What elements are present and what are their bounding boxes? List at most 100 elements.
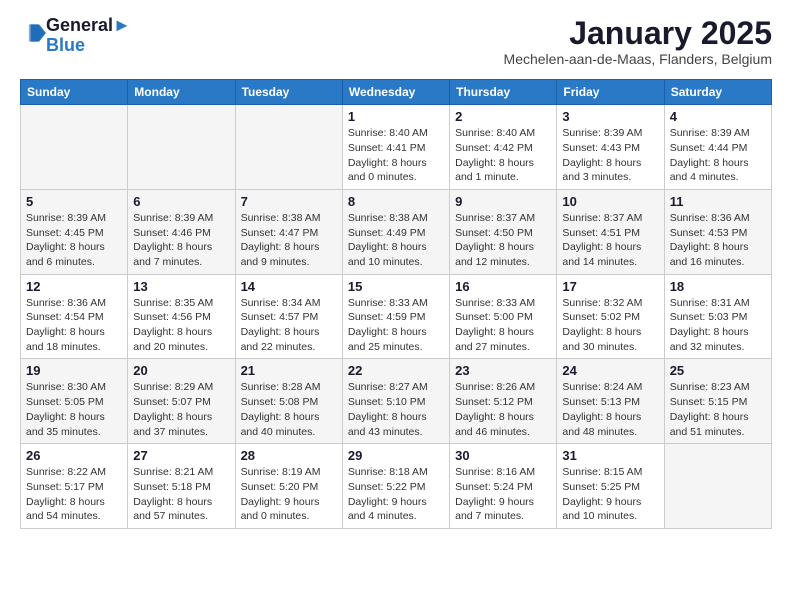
col-header-tuesday: Tuesday <box>235 80 342 105</box>
day-info: Sunrise: 8:37 AM Sunset: 4:50 PM Dayligh… <box>455 211 551 270</box>
day-info: Sunrise: 8:35 AM Sunset: 4:56 PM Dayligh… <box>133 296 229 355</box>
day-info: Sunrise: 8:29 AM Sunset: 5:07 PM Dayligh… <box>133 380 229 439</box>
day-info: Sunrise: 8:38 AM Sunset: 4:49 PM Dayligh… <box>348 211 444 270</box>
week-row-1: 1 Sunrise: 8:40 AM Sunset: 4:41 PM Daylig… <box>21 105 772 190</box>
day-info: Sunrise: 8:21 AM Sunset: 5:18 PM Dayligh… <box>133 465 229 524</box>
col-header-friday: Friday <box>557 80 664 105</box>
day-info: Sunrise: 8:16 AM Sunset: 5:24 PM Dayligh… <box>455 465 551 524</box>
calendar-cell: 20 Sunrise: 8:29 AM Sunset: 5:07 PM Dayli… <box>128 359 235 444</box>
page: General► Blue January 2025 Mechelen-aan-… <box>0 0 792 545</box>
day-number: 13 <box>133 279 229 294</box>
day-number: 17 <box>562 279 658 294</box>
calendar-cell: 19 Sunrise: 8:30 AM Sunset: 5:05 PM Dayli… <box>21 359 128 444</box>
day-number: 14 <box>241 279 337 294</box>
day-info: Sunrise: 8:19 AM Sunset: 5:20 PM Dayligh… <box>241 465 337 524</box>
day-info: Sunrise: 8:26 AM Sunset: 5:12 PM Dayligh… <box>455 380 551 439</box>
day-info: Sunrise: 8:23 AM Sunset: 5:15 PM Dayligh… <box>670 380 766 439</box>
calendar-cell: 12 Sunrise: 8:36 AM Sunset: 4:54 PM Dayli… <box>21 274 128 359</box>
day-number: 2 <box>455 109 551 124</box>
day-info: Sunrise: 8:28 AM Sunset: 5:08 PM Dayligh… <box>241 380 337 439</box>
calendar-cell: 16 Sunrise: 8:33 AM Sunset: 5:00 PM Dayli… <box>450 274 557 359</box>
column-header-row: SundayMondayTuesdayWednesdayThursdayFrid… <box>21 80 772 105</box>
day-number: 8 <box>348 194 444 209</box>
day-info: Sunrise: 8:39 AM Sunset: 4:44 PM Dayligh… <box>670 126 766 185</box>
calendar-cell: 1 Sunrise: 8:40 AM Sunset: 4:41 PM Daylig… <box>342 105 449 190</box>
day-info: Sunrise: 8:37 AM Sunset: 4:51 PM Dayligh… <box>562 211 658 270</box>
col-header-saturday: Saturday <box>664 80 771 105</box>
calendar-cell: 11 Sunrise: 8:36 AM Sunset: 4:53 PM Dayli… <box>664 189 771 274</box>
day-info: Sunrise: 8:38 AM Sunset: 4:47 PM Dayligh… <box>241 211 337 270</box>
calendar-cell <box>128 105 235 190</box>
day-number: 20 <box>133 363 229 378</box>
day-number: 19 <box>26 363 122 378</box>
logo-text: General► Blue <box>46 16 131 56</box>
calendar-cell: 17Sunrise: 8:32 AM Sunset: 5:02 PM Dayli… <box>557 274 664 359</box>
day-info: Sunrise: 8:15 AM Sunset: 5:25 PM Dayligh… <box>562 465 658 524</box>
calendar-cell: 29 Sunrise: 8:18 AM Sunset: 5:22 PM Dayli… <box>342 444 449 529</box>
calendar-cell: 7 Sunrise: 8:38 AM Sunset: 4:47 PM Daylig… <box>235 189 342 274</box>
day-number: 10 <box>562 194 658 209</box>
calendar-cell: 8 Sunrise: 8:38 AM Sunset: 4:49 PM Daylig… <box>342 189 449 274</box>
day-info: Sunrise: 8:33 AM Sunset: 5:00 PM Dayligh… <box>455 296 551 355</box>
day-info: Sunrise: 8:40 AM Sunset: 4:42 PM Dayligh… <box>455 126 551 185</box>
calendar-cell: 5 Sunrise: 8:39 AM Sunset: 4:45 PM Daylig… <box>21 189 128 274</box>
calendar-cell <box>21 105 128 190</box>
day-info: Sunrise: 8:39 AM Sunset: 4:43 PM Dayligh… <box>562 126 658 185</box>
day-info: Sunrise: 8:36 AM Sunset: 4:53 PM Dayligh… <box>670 211 766 270</box>
calendar-cell: 30 Sunrise: 8:16 AM Sunset: 5:24 PM Dayli… <box>450 444 557 529</box>
col-header-wednesday: Wednesday <box>342 80 449 105</box>
day-info: Sunrise: 8:36 AM Sunset: 4:54 PM Dayligh… <box>26 296 122 355</box>
calendar-cell: 18Sunrise: 8:31 AM Sunset: 5:03 PM Dayli… <box>664 274 771 359</box>
day-info: Sunrise: 8:40 AM Sunset: 4:41 PM Dayligh… <box>348 126 444 185</box>
day-number: 27 <box>133 448 229 463</box>
calendar-cell: 27 Sunrise: 8:21 AM Sunset: 5:18 PM Dayli… <box>128 444 235 529</box>
week-row-4: 19 Sunrise: 8:30 AM Sunset: 5:05 PM Dayli… <box>21 359 772 444</box>
calendar-cell: 3 Sunrise: 8:39 AM Sunset: 4:43 PM Daylig… <box>557 105 664 190</box>
day-number: 16 <box>455 279 551 294</box>
logo-icon <box>22 21 46 45</box>
day-number: 24 <box>562 363 658 378</box>
day-number: 7 <box>241 194 337 209</box>
calendar-cell: 21 Sunrise: 8:28 AM Sunset: 5:08 PM Dayli… <box>235 359 342 444</box>
day-number: 22 <box>348 363 444 378</box>
day-number: 5 <box>26 194 122 209</box>
day-number: 26 <box>26 448 122 463</box>
day-number: 21 <box>241 363 337 378</box>
day-info: Sunrise: 8:39 AM Sunset: 4:46 PM Dayligh… <box>133 211 229 270</box>
col-header-monday: Monday <box>128 80 235 105</box>
day-number: 4 <box>670 109 766 124</box>
day-number: 28 <box>241 448 337 463</box>
day-number: 31 <box>562 448 658 463</box>
week-row-2: 5 Sunrise: 8:39 AM Sunset: 4:45 PM Daylig… <box>21 189 772 274</box>
calendar-cell: 24 Sunrise: 8:24 AM Sunset: 5:13 PM Dayli… <box>557 359 664 444</box>
day-info: Sunrise: 8:31 AM Sunset: 5:03 PM Dayligh… <box>670 296 766 355</box>
day-number: 1 <box>348 109 444 124</box>
week-row-5: 26 Sunrise: 8:22 AM Sunset: 5:17 PM Dayli… <box>21 444 772 529</box>
day-number: 25 <box>670 363 766 378</box>
day-number: 9 <box>455 194 551 209</box>
day-info: Sunrise: 8:18 AM Sunset: 5:22 PM Dayligh… <box>348 465 444 524</box>
day-number: 12 <box>26 279 122 294</box>
day-info: Sunrise: 8:30 AM Sunset: 5:05 PM Dayligh… <box>26 380 122 439</box>
calendar-cell: 31 Sunrise: 8:15 AM Sunset: 5:25 PM Dayli… <box>557 444 664 529</box>
day-number: 29 <box>348 448 444 463</box>
calendar-cell: 14Sunrise: 8:34 AM Sunset: 4:57 PM Dayli… <box>235 274 342 359</box>
header: General► Blue January 2025 Mechelen-aan-… <box>20 16 772 67</box>
day-info: Sunrise: 8:24 AM Sunset: 5:13 PM Dayligh… <box>562 380 658 439</box>
calendar-subtitle: Mechelen-aan-de-Maas, Flanders, Belgium <box>504 51 772 67</box>
day-info: Sunrise: 8:22 AM Sunset: 5:17 PM Dayligh… <box>26 465 122 524</box>
col-header-sunday: Sunday <box>21 80 128 105</box>
calendar-cell: 6 Sunrise: 8:39 AM Sunset: 4:46 PM Daylig… <box>128 189 235 274</box>
col-header-thursday: Thursday <box>450 80 557 105</box>
day-number: 3 <box>562 109 658 124</box>
day-number: 6 <box>133 194 229 209</box>
day-number: 23 <box>455 363 551 378</box>
day-number: 30 <box>455 448 551 463</box>
calendar-cell <box>235 105 342 190</box>
calendar-cell: 9 Sunrise: 8:37 AM Sunset: 4:50 PM Daylig… <box>450 189 557 274</box>
day-number: 11 <box>670 194 766 209</box>
calendar-cell: 23 Sunrise: 8:26 AM Sunset: 5:12 PM Dayli… <box>450 359 557 444</box>
day-info: Sunrise: 8:39 AM Sunset: 4:45 PM Dayligh… <box>26 211 122 270</box>
day-info: Sunrise: 8:27 AM Sunset: 5:10 PM Dayligh… <box>348 380 444 439</box>
calendar-table: SundayMondayTuesdayWednesdayThursdayFrid… <box>20 79 772 529</box>
